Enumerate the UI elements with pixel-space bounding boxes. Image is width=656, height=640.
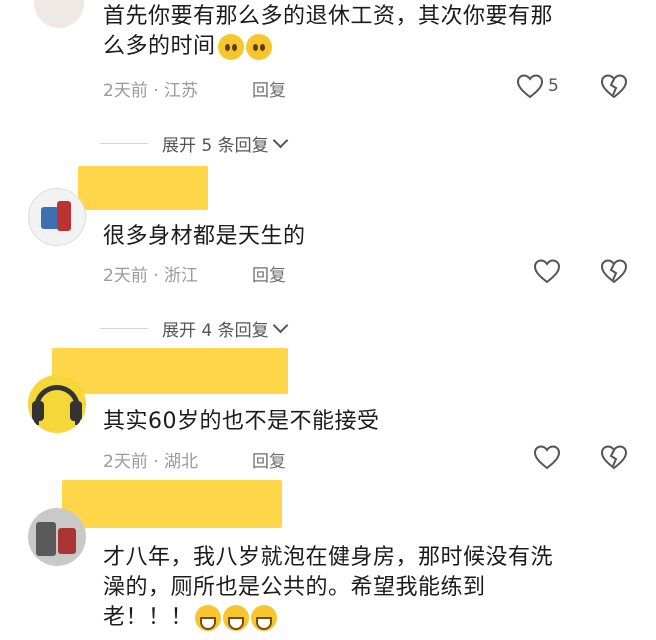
- dislike-heart-icon[interactable]: [600, 73, 628, 99]
- dislike-heart-icon[interactable]: [600, 258, 628, 284]
- avatar[interactable]: [28, 375, 86, 433]
- comment-text: 首先你要有那么多的退休工资，其次你要有那 么多的时间: [103, 2, 643, 62]
- comment-location: 江苏: [164, 81, 199, 101]
- dislike-heart-icon[interactable]: [600, 444, 628, 470]
- comment-meta: 2天前 · 浙江: [103, 261, 198, 286]
- like-heart-icon[interactable]: [533, 444, 561, 470]
- grinning-face-icon: [251, 605, 278, 631]
- like-heart-icon[interactable]: [516, 73, 544, 99]
- avatar[interactable]: [34, 0, 84, 28]
- redacted-username: [52, 348, 288, 394]
- comment-text-line: 首先你要有那么多的退休工资，其次你要有那: [103, 4, 554, 29]
- chevron-down-icon: [272, 132, 288, 149]
- comment-text-line: 才八年，我八岁就泡在健身房，那时候没有洗: [103, 545, 554, 570]
- comment-location: 湖北: [164, 452, 199, 472]
- crying-face-icon: [245, 34, 272, 60]
- expand-replies-label: 展开 4 条回复: [162, 321, 269, 341]
- avatar[interactable]: [28, 508, 86, 566]
- reply-button[interactable]: 回复: [252, 76, 286, 101]
- reply-button[interactable]: 回复: [252, 447, 286, 472]
- expand-replies-button[interactable]: 展开 4 条回复: [100, 316, 288, 341]
- grinning-face-icon: [223, 605, 250, 631]
- redacted-username: [62, 480, 282, 528]
- headphones-cup: [32, 401, 44, 421]
- divider: [100, 328, 148, 329]
- like-count: 5: [548, 76, 559, 96]
- comment-text-line: 老！！！: [103, 603, 648, 633]
- like-heart-icon[interactable]: [533, 258, 561, 284]
- crying-face-icon: [217, 34, 244, 60]
- comment-text-line: 澡的，厕所也是公共的。希望我能练到: [103, 575, 486, 600]
- reply-button[interactable]: 回复: [252, 261, 286, 286]
- divider: [100, 143, 148, 144]
- grinning-face-icon: [195, 605, 222, 631]
- comment-location: 浙江: [164, 266, 199, 286]
- avatar-figure: [36, 522, 56, 556]
- meta-separator: ·: [147, 81, 165, 101]
- avatar-figure: [58, 528, 76, 554]
- comment-time: 2天前: [103, 81, 148, 101]
- meta-separator: ·: [147, 452, 165, 472]
- comment-text: 其实60岁的也不是不能接受: [103, 409, 380, 434]
- redacted-username: [78, 166, 208, 210]
- comment-meta: 2天前 · 湖北: [103, 447, 198, 472]
- comment-text-line: 么多的时间: [103, 32, 643, 62]
- expand-replies-label: 展开 5 条回复: [162, 136, 269, 156]
- meta-separator: ·: [147, 266, 165, 286]
- comment-time: 2天前: [103, 452, 148, 472]
- avatar-figure: [57, 201, 71, 231]
- comment-text: 很多身材都是天生的: [103, 224, 306, 249]
- comment-time: 2天前: [103, 266, 148, 286]
- headphones-cup: [70, 401, 82, 421]
- chevron-down-icon: [272, 317, 288, 334]
- avatar[interactable]: [28, 188, 86, 246]
- comment-text: 才八年，我八岁就泡在健身房，那时候没有洗 澡的，厕所也是公共的。希望我能练到 老…: [103, 543, 648, 633]
- comment-meta: 2天前 · 江苏: [103, 76, 198, 101]
- expand-replies-button[interactable]: 展开 5 条回复: [100, 131, 288, 156]
